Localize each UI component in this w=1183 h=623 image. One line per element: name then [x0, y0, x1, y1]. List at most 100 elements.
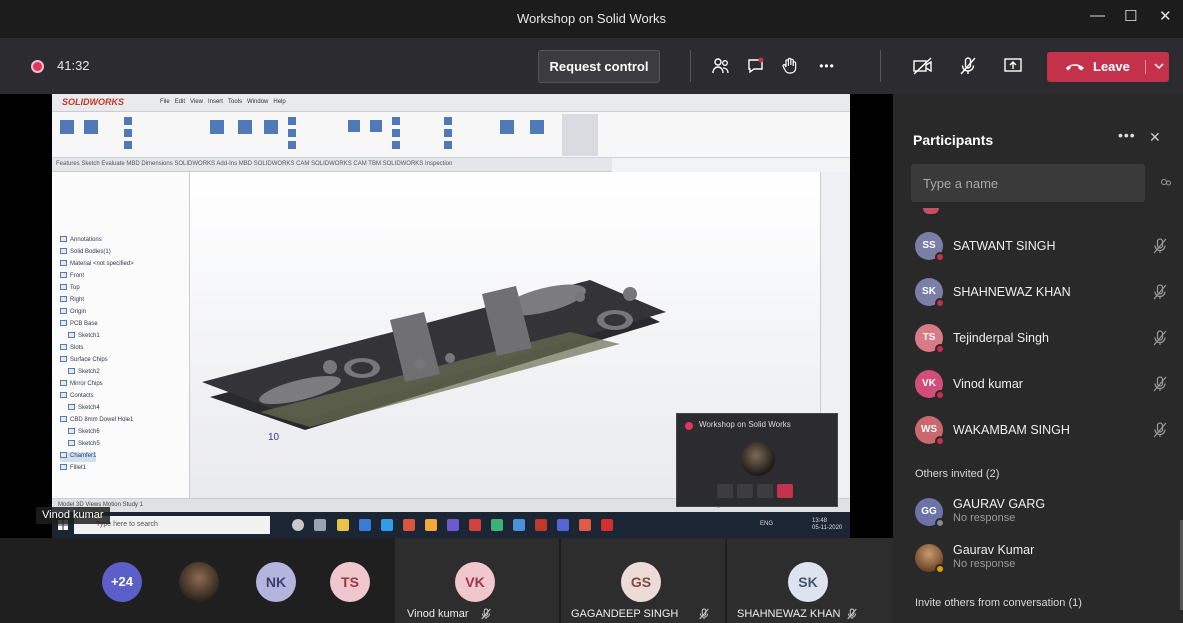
file-explorer-icon[interactable] — [337, 519, 349, 531]
leave-options-chevron-icon[interactable] — [1145, 60, 1167, 74]
chat-icon[interactable] — [743, 52, 769, 80]
tree-item[interactable]: PCB Base — [60, 320, 98, 330]
app-icon[interactable] — [425, 519, 437, 531]
raise-hand-icon[interactable] — [777, 52, 803, 80]
toolbar-divider — [690, 50, 691, 82]
tree-item[interactable]: Sketch6 — [68, 428, 100, 438]
phone-hangup-icon — [1066, 64, 1084, 71]
tree-item[interactable]: Sketch2 — [68, 368, 100, 378]
avatar[interactable]: TS — [330, 562, 370, 602]
mini-share-button[interactable] — [757, 484, 773, 498]
avatar[interactable] — [179, 562, 219, 602]
store-icon[interactable] — [359, 519, 371, 531]
mini-meeting-window[interactable]: Workshop on Solid Works — [676, 413, 838, 507]
app-icon[interactable] — [447, 519, 459, 531]
invite-from-conversation-link[interactable]: Invite others from conversation (1) — [915, 597, 1082, 609]
tree-item[interactable]: Origin — [60, 308, 86, 318]
partial-avatar — [923, 208, 939, 214]
video-tile[interactable]: SK SHAHNEWAZ KHAN — [727, 538, 893, 623]
tree-item[interactable]: Contacts — [60, 392, 94, 402]
tree-item[interactable]: Solid Bodies(1) — [60, 248, 111, 258]
avatar: SK — [915, 278, 945, 308]
others-invited-header[interactable]: Others invited (2) — [915, 468, 999, 480]
invited-row[interactable]: GG GAURAV GARG No response — [915, 497, 1165, 538]
invited-row[interactable]: Gaurav Kumar No response — [915, 543, 1165, 584]
participant-name: SHAHNEWAZ KHAN — [953, 285, 1071, 299]
tree-item[interactable]: Fillet1 — [60, 464, 86, 474]
taskbar-clock[interactable]: 13:48 05-11-2020 — [812, 518, 842, 532]
participant-search-input[interactable]: Type a name — [911, 164, 1145, 202]
pdf-icon[interactable] — [601, 519, 613, 531]
meeting-timer: 41:32 — [57, 58, 90, 73]
avatar: TS — [915, 324, 945, 354]
microphone-off-icon — [847, 608, 857, 620]
tree-item[interactable]: Annotations — [60, 236, 102, 246]
language-indicator[interactable]: ENG — [760, 521, 773, 527]
app-icon[interactable] — [579, 519, 591, 531]
tree-item[interactable]: Front — [60, 272, 84, 282]
participants-more-icon[interactable]: ••• — [1118, 127, 1136, 143]
teams-taskbar-icon[interactable] — [557, 519, 569, 531]
avatar[interactable]: NK — [256, 562, 296, 602]
tree-item[interactable]: Top — [60, 284, 80, 294]
participant-row[interactable]: TS Tejinderpal Singh — [915, 324, 1167, 364]
participant-strip: +24 NK TS VK Vinod kumar GS GAGANDEEP SI… — [0, 538, 893, 623]
overflow-participants-badge[interactable]: +24 — [102, 562, 142, 602]
more-actions-icon[interactable]: ••• — [810, 52, 844, 80]
tree-item[interactable]: Right — [60, 296, 84, 306]
share-screen-icon[interactable] — [1000, 52, 1026, 80]
edge-icon[interactable] — [381, 519, 393, 531]
mini-camera-button[interactable] — [717, 484, 733, 498]
mini-mic-button[interactable] — [737, 484, 753, 498]
solidworks-menubar: SOLIDWORKS File Edit View Insert Tools W… — [52, 94, 850, 112]
maximize-button[interactable]: ☐ — [1124, 7, 1137, 25]
solidworks-taskbar-icon[interactable] — [535, 519, 547, 531]
participant-row[interactable]: SS SATWANT SINGH — [915, 232, 1167, 272]
video-tile[interactable]: GS GAGANDEEP SINGH — [561, 538, 725, 623]
microphone-off-icon — [1153, 238, 1167, 254]
tree-item[interactable]: Sketch1 — [68, 332, 100, 342]
speaker-avatar — [741, 442, 775, 476]
tile-name: Vinod kumar — [407, 608, 469, 620]
tree-item[interactable]: Sketch5 — [68, 440, 100, 450]
solidworks-ribbon — [52, 112, 850, 158]
camera-off-icon[interactable] — [910, 52, 936, 80]
participant-row[interactable]: SK SHAHNEWAZ KHAN — [915, 278, 1167, 318]
tree-item[interactable]: Surface Chips — [60, 356, 108, 366]
participant-row[interactable]: WS WAKAMBAM SINGH — [915, 416, 1167, 456]
participant-row[interactable]: VK Vinod kumar — [915, 370, 1167, 410]
task-view-icon[interactable] — [314, 519, 326, 531]
mini-leave-button[interactable] — [777, 484, 793, 498]
app-icon[interactable] — [513, 519, 525, 531]
close-window-button[interactable]: ✕ — [1159, 7, 1172, 25]
tree-item[interactable]: Mirror Chips — [60, 380, 103, 390]
solidworks-tabs[interactable]: Features Sketch Evaluate MBD Dimensions … — [52, 158, 612, 172]
minimize-button[interactable]: — — [1090, 7, 1105, 24]
avatar: SS — [915, 232, 945, 262]
app-icon[interactable] — [403, 519, 415, 531]
participants-icon[interactable] — [708, 52, 734, 80]
tree-item[interactable]: Slots — [60, 344, 83, 354]
cortana-icon[interactable] — [292, 519, 304, 531]
app-icon[interactable] — [491, 519, 503, 531]
microphone-off-icon[interactable] — [955, 52, 981, 80]
microphone-off-icon — [1153, 422, 1167, 438]
video-tile[interactable]: VK Vinod kumar — [395, 538, 559, 623]
close-panel-icon[interactable]: ✕ — [1149, 129, 1161, 146]
participant-name: WAKAMBAM SINGH — [953, 423, 1070, 437]
title-bar: Workshop on Solid Works — ☐ ✕ — [0, 0, 1183, 38]
presenter-name-label: Vinod kumar — [36, 507, 110, 524]
avatar: WS — [915, 416, 945, 446]
tree-item[interactable]: Sketch4 — [68, 404, 100, 414]
leave-button[interactable]: Leave — [1047, 52, 1169, 82]
tree-item[interactable]: CBD 8mm Dowel Hole1 — [60, 416, 133, 426]
recording-indicator-icon — [685, 422, 693, 430]
invite-people-icon[interactable] — [1160, 178, 1172, 188]
request-control-button[interactable]: Request control — [538, 50, 660, 83]
invited-name: GAURAV GARG — [953, 497, 1046, 511]
microphone-off-icon — [1153, 376, 1167, 392]
tree-item-selected[interactable]: Chamfer1 — [60, 452, 97, 462]
microphone-off-icon — [481, 608, 491, 620]
app-icon[interactable] — [469, 519, 481, 531]
tree-item[interactable]: Material <not specified> — [60, 260, 134, 270]
